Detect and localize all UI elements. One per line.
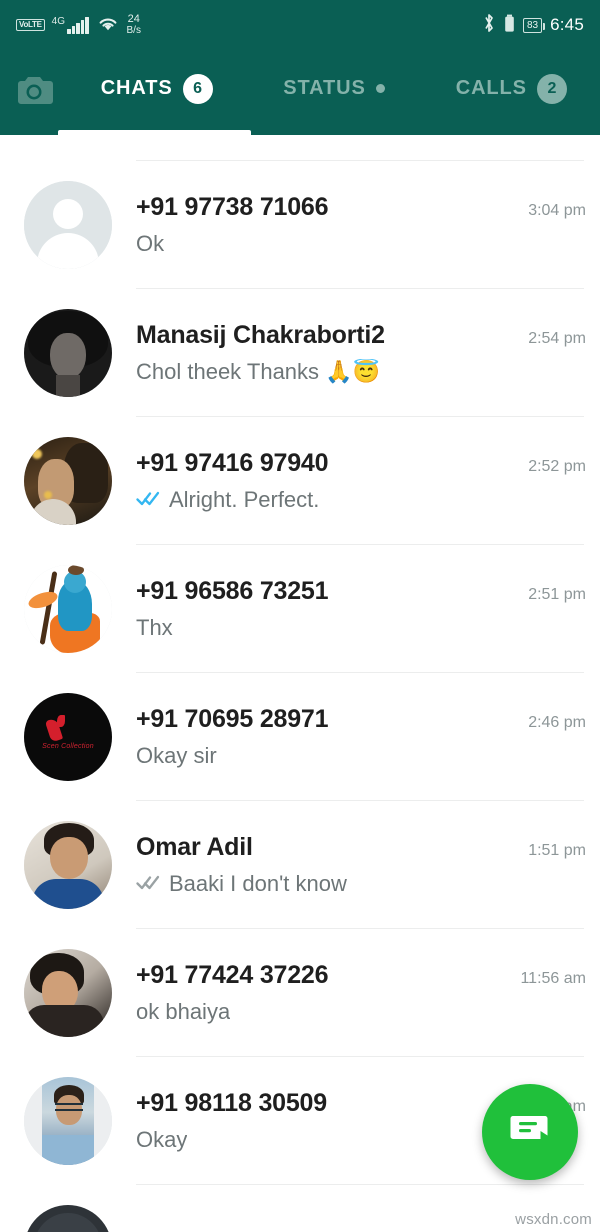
app-tab-bar: CHATS 6 STATUS CALLS 2 bbox=[0, 50, 600, 135]
chat-list-item[interactable]: +91 97416 97940 2:52 pm Alright. Perfect… bbox=[0, 417, 600, 545]
man-blue-shirt-avatar-icon bbox=[24, 821, 112, 909]
status-bar-clock: 6:45 bbox=[550, 15, 584, 34]
chat-title: +91 77424 37226 bbox=[136, 961, 329, 989]
avatar[interactable] bbox=[24, 1077, 112, 1165]
chat-snippet: Alright. Perfect. bbox=[169, 487, 320, 512]
data-speed-value: 24 bbox=[127, 13, 140, 25]
data-speed-unit: B/s bbox=[126, 25, 141, 36]
chat-list-item[interactable]: Alfaaz Unofficial 10:42 am bbox=[0, 1185, 600, 1232]
delivered-receipt-double-check-icon bbox=[136, 873, 162, 896]
wifi-icon bbox=[96, 13, 120, 38]
chat-item-body: +91 97416 97940 2:52 pm Alright. Perfect… bbox=[112, 449, 600, 513]
chat-title: +91 97416 97940 bbox=[136, 449, 329, 477]
brand-logo-avatar-icon: Scen Collection bbox=[24, 693, 112, 781]
avatar[interactable] bbox=[24, 181, 112, 269]
camera-tab[interactable] bbox=[0, 73, 68, 112]
avatar[interactable] bbox=[24, 309, 112, 397]
chat-timestamp: 1:51 pm bbox=[528, 842, 586, 859]
new-chat-icon bbox=[507, 1109, 553, 1156]
chat-item-body: +91 96586 73251 2:51 pm Thx bbox=[112, 577, 600, 641]
status-bar-left: VoLTE 4G 24 B/s bbox=[16, 13, 482, 38]
network-type-label: 4G bbox=[51, 15, 65, 27]
chat-snippet: Okay bbox=[136, 1127, 188, 1152]
chat-item-body: Manasij Chakraborti2 2:54 pm Chol theek … bbox=[112, 321, 600, 385]
tab-chats-label: CHATS bbox=[100, 77, 173, 99]
man-glasses-avatar-icon bbox=[24, 1077, 112, 1165]
deity-illustration-avatar-icon bbox=[24, 565, 112, 653]
chat-list-item[interactable]: Scen Collection +91 70695 28971 2:46 pm … bbox=[0, 673, 600, 801]
chat-timestamp: 2:46 pm bbox=[528, 714, 586, 731]
chat-list-item[interactable]: +91 97738 71066 3:04 pm Ok bbox=[0, 161, 600, 289]
tab-status-label: STATUS bbox=[283, 77, 366, 99]
tab-calls-badge: 2 bbox=[536, 73, 567, 104]
chat-title: Manasij Chakraborti2 bbox=[136, 321, 385, 349]
tab-status[interactable]: STATUS bbox=[245, 50, 422, 135]
avatar[interactable] bbox=[24, 949, 112, 1037]
chat-title: +91 70695 28971 bbox=[136, 705, 329, 733]
portrait-bw-avatar-icon bbox=[24, 309, 112, 397]
chat-snippet: Okay sir bbox=[136, 743, 217, 768]
chat-list-item[interactable]: Omar Adil 1:51 pm Baaki I don't know bbox=[0, 801, 600, 929]
chat-list-item[interactable]: Manasij Chakraborti2 2:54 pm Chol theek … bbox=[0, 289, 600, 417]
battery-percent-badge: 83 bbox=[522, 17, 546, 33]
chat-title: +91 96586 73251 bbox=[136, 577, 329, 605]
status-bar: VoLTE 4G 24 B/s 83 6:45 bbox=[0, 0, 600, 50]
avatar[interactable]: Scen Collection bbox=[24, 693, 112, 781]
bluetooth-icon bbox=[482, 12, 496, 39]
camera-icon bbox=[14, 73, 54, 112]
couple-photo-avatar-icon bbox=[24, 437, 112, 525]
default-person-avatar-icon bbox=[24, 181, 112, 269]
chat-title: +91 97738 71066 bbox=[136, 193, 329, 221]
chat-title: Omar Adil bbox=[136, 833, 253, 861]
tab-calls[interactable]: CALLS 2 bbox=[423, 50, 600, 135]
source-watermark: wsxdn.com bbox=[515, 1211, 592, 1228]
chat-snippet: Thx bbox=[136, 615, 173, 640]
man-dark-jacket-avatar-icon bbox=[24, 949, 112, 1037]
partial-scrolled-row[interactable] bbox=[0, 135, 600, 161]
chat-timestamp: 2:54 pm bbox=[528, 330, 586, 347]
status-unread-dot-icon bbox=[375, 84, 385, 93]
avatar[interactable] bbox=[24, 1205, 112, 1232]
chat-item-body: +91 97738 71066 3:04 pm Ok bbox=[112, 193, 600, 257]
data-speed-indicator: 24 B/s bbox=[126, 13, 141, 37]
chat-title: +91 98118 30509 bbox=[136, 1089, 327, 1117]
read-receipt-double-check-icon bbox=[136, 489, 162, 512]
battery-charge-icon bbox=[504, 13, 515, 38]
chat-snippet: Chol theek Thanks 🙏😇 bbox=[136, 359, 380, 384]
chat-item-body: Omar Adil 1:51 pm Baaki I don't know bbox=[112, 833, 600, 897]
signal-bars-icon: 4G bbox=[51, 15, 89, 34]
avatar[interactable] bbox=[24, 437, 112, 525]
tab-calls-label: CALLS bbox=[455, 77, 527, 99]
chat-item-body: +91 70695 28971 2:46 pm Okay sir bbox=[112, 705, 600, 769]
chat-timestamp: 2:51 pm bbox=[528, 586, 586, 603]
dark-art-avatar-icon bbox=[24, 1205, 112, 1232]
avatar-logo-text: Scen Collection bbox=[42, 743, 94, 750]
tab-list: CHATS 6 STATUS CALLS 2 bbox=[68, 50, 600, 135]
chat-list[interactable]: +91 97738 71066 3:04 pm Ok Manasij Chakr… bbox=[0, 135, 600, 1232]
volte-icon: VoLTE bbox=[16, 19, 45, 31]
chat-snippet: Baaki I don't know bbox=[169, 871, 347, 896]
tab-chats[interactable]: CHATS 6 bbox=[68, 50, 245, 135]
chat-snippet: Ok bbox=[136, 231, 165, 256]
chat-timestamp: 2:52 pm bbox=[528, 458, 586, 475]
chat-snippet: ok bhaiya bbox=[136, 999, 231, 1024]
chat-list-item[interactable]: +91 77424 37226 11:56 am ok bhaiya bbox=[0, 929, 600, 1057]
chat-timestamp: 3:04 pm bbox=[528, 202, 586, 219]
whatsapp-chats-screen: VoLTE 4G 24 B/s 83 6:45 CHATS 6 STATUS C… bbox=[0, 0, 600, 1232]
avatar[interactable] bbox=[24, 821, 112, 909]
chat-item-body: +91 77424 37226 11:56 am ok bhaiya bbox=[112, 961, 600, 1025]
avatar[interactable] bbox=[24, 565, 112, 653]
chat-timestamp: 11:56 am bbox=[520, 970, 586, 987]
new-chat-fab[interactable] bbox=[482, 1084, 578, 1180]
status-bar-right: 83 6:45 bbox=[482, 12, 584, 39]
chat-list-item[interactable]: +91 96586 73251 2:51 pm Thx bbox=[0, 545, 600, 673]
tab-chats-badge: 6 bbox=[182, 73, 213, 104]
